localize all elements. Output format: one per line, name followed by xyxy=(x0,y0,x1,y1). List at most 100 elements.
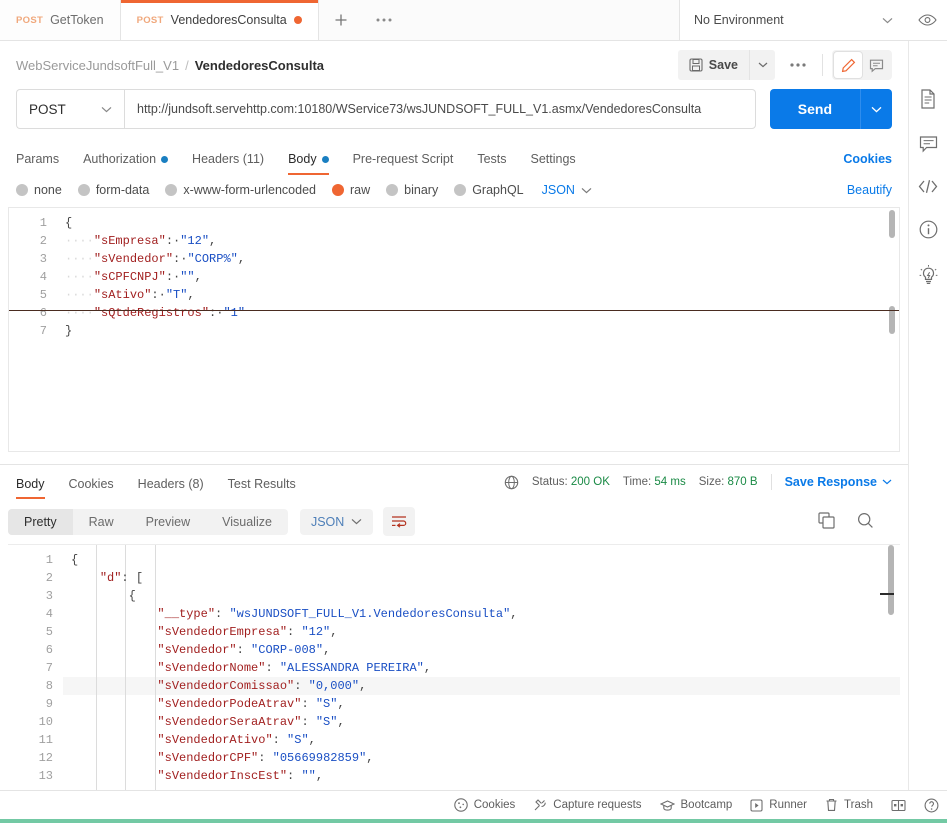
code-line[interactable]: "sVendedor": "CORP-008", xyxy=(71,641,884,659)
code-line[interactable]: "sVendedorCPF": "05669982859", xyxy=(71,749,884,767)
response-view-preview[interactable]: Preview xyxy=(130,509,206,535)
tab-headers[interactable]: Headers (11) xyxy=(192,152,276,175)
edit-mode-button[interactable] xyxy=(834,52,862,78)
tab-options-button[interactable] xyxy=(362,0,405,40)
right-sidebar xyxy=(909,41,947,790)
raw-format-selector[interactable]: JSON xyxy=(542,183,592,197)
request-more-actions-button[interactable] xyxy=(783,50,813,80)
send-options-button[interactable] xyxy=(860,89,892,129)
code-icon[interactable] xyxy=(918,179,938,194)
response-tab-headers[interactable]: Headers (8) xyxy=(138,477,216,499)
save-options-button[interactable] xyxy=(749,50,775,80)
body-type-binary[interactable]: binary xyxy=(386,183,438,197)
search-response-button[interactable] xyxy=(857,512,874,532)
tab-settings[interactable]: Settings xyxy=(531,152,588,175)
save-response-label: Save Response xyxy=(784,475,877,489)
breadcrumb-request-name[interactable]: VendedoresConsulta xyxy=(195,58,324,73)
request-tab-vendedoresconsulta[interactable]: POST VendedoresConsulta xyxy=(120,0,319,40)
code-line[interactable]: "sVendedorEmpresa": "12", xyxy=(71,623,884,641)
http-method-label: POST xyxy=(29,101,66,117)
code-line[interactable]: { xyxy=(71,587,884,605)
code-line[interactable]: "__type": "wsJUNDSOFT_FULL_V1.Vendedores… xyxy=(71,605,884,623)
info-icon[interactable] xyxy=(919,220,938,239)
body-type-raw[interactable]: raw xyxy=(332,183,370,197)
word-wrap-button[interactable] xyxy=(383,507,416,536)
chevron-down-icon xyxy=(101,106,112,112)
beautify-button[interactable]: Beautify xyxy=(847,183,892,197)
code-line[interactable]: ····"sQtdeRegistros":·"1" xyxy=(65,304,883,322)
status-layout-button[interactable] xyxy=(891,799,906,812)
response-view-raw[interactable]: Raw xyxy=(73,509,130,535)
tab-title: VendedoresConsulta xyxy=(170,13,287,27)
code-line[interactable]: { xyxy=(65,214,883,232)
code-line[interactable]: ····"sCPFCNPJ":·"", xyxy=(65,268,883,286)
code-line[interactable]: "d": [ xyxy=(71,569,884,587)
status-cookies-button[interactable]: Cookies xyxy=(453,798,515,812)
environment-selector[interactable]: No Environment xyxy=(679,0,907,40)
new-tab-button[interactable] xyxy=(318,0,363,40)
response-tab-body[interactable]: Body xyxy=(16,477,57,499)
body-type-urlencoded[interactable]: x-www-form-urlencoded xyxy=(165,183,316,197)
comment-icon[interactable] xyxy=(919,135,938,153)
url-input[interactable]: http://jundsoft.servehttp.com:10180/WSer… xyxy=(124,89,756,129)
save-button[interactable]: Save xyxy=(677,50,749,80)
body-type-form-data[interactable]: form-data xyxy=(77,183,149,197)
response-content[interactable]: { "d": [ { "__type": "wsJUNDSOFT_FULL_V1… xyxy=(63,545,884,790)
configured-dot xyxy=(321,155,329,163)
tab-label: Cookies xyxy=(68,477,114,491)
status-help-button[interactable] xyxy=(924,798,939,813)
body-type-none[interactable]: none xyxy=(16,183,62,197)
status-bootcamp-button[interactable]: Bootcamp xyxy=(659,799,732,812)
code-line[interactable]: "sVendedorInscEst": "", xyxy=(71,767,884,785)
response-scrollbar[interactable] xyxy=(888,545,894,615)
tab-label: Headers (11) xyxy=(192,152,265,166)
response-tab-test-results[interactable]: Test Results xyxy=(228,477,308,499)
code-line[interactable]: "sVendedorComissao": "0,000", xyxy=(71,677,884,695)
request-editor-scrollbar[interactable] xyxy=(889,210,895,238)
status-runner-button[interactable]: Runner xyxy=(750,798,807,812)
tab-params[interactable]: Params xyxy=(16,152,71,175)
code-line[interactable]: "sVendedorPodeAtrav": "S", xyxy=(71,695,884,713)
request-tab-gettoken[interactable]: POST GetToken xyxy=(0,0,121,40)
send-button[interactable]: Send xyxy=(769,89,860,129)
response-tab-cookies[interactable]: Cookies xyxy=(69,477,126,499)
copy-to-clipboard-button[interactable] xyxy=(818,511,835,532)
time-text: Time: 54 ms xyxy=(623,476,686,488)
save-response-button[interactable]: Save Response xyxy=(785,475,892,489)
lightbulb-icon[interactable] xyxy=(919,265,938,285)
tab-authorization[interactable]: Authorization xyxy=(83,152,180,175)
code-line[interactable]: "sVendedorNome": "ALESSANDRA PEREIRA", xyxy=(71,659,884,677)
http-method-selector[interactable]: POST xyxy=(16,89,124,129)
code-line[interactable]: { xyxy=(71,551,884,569)
comment-mode-button[interactable] xyxy=(862,52,890,78)
breadcrumb-collection[interactable]: WebServiceJundsoftFull_V1 xyxy=(16,58,179,73)
copy-icon xyxy=(818,511,835,529)
code-line[interactable]: "sVendedorAtivo": "S", xyxy=(71,731,884,749)
code-line[interactable]: } xyxy=(65,322,883,340)
line-number: 5 xyxy=(39,288,47,302)
body-type-graphql[interactable]: GraphQL xyxy=(454,183,524,197)
environment-quick-look-button[interactable] xyxy=(907,0,947,40)
response-view-pretty[interactable]: Pretty xyxy=(8,508,73,535)
time-value: 54 ms xyxy=(654,476,686,488)
pencil-icon xyxy=(841,58,855,72)
code-line[interactable]: ····"sEmpresa":·"12", xyxy=(65,232,883,250)
request-editor-content[interactable]: {····"sEmpresa":·"12", ····"sVendedor":·"… xyxy=(57,208,883,451)
tab-tests[interactable]: Tests xyxy=(477,152,518,175)
cookies-link[interactable]: Cookies xyxy=(843,152,892,166)
trash-icon xyxy=(826,798,837,811)
code-line[interactable]: ····"sVendedor":·"CORP%", xyxy=(65,250,883,268)
tab-body[interactable]: Body xyxy=(288,152,341,175)
status-capture-requests-button[interactable]: Capture requests xyxy=(533,798,642,812)
document-icon[interactable] xyxy=(919,89,937,109)
tab-pre-request-script[interactable]: Pre-request Script xyxy=(353,152,466,175)
response-format-selector[interactable]: JSON xyxy=(299,508,374,535)
response-view-visualize[interactable]: Visualize xyxy=(206,509,288,535)
request-body-editor[interactable]: 1 2 3 4 5 6 7 {····"sEmpresa":·"12", ····"sVend… xyxy=(8,207,900,452)
response-body-viewer[interactable]: 1 2 3 4 5 6 7 8 9 10 11 12 13 { "d": [ { "__type": "… xyxy=(8,544,900,790)
editor-resize-handle[interactable] xyxy=(9,310,899,311)
line-number: 4 xyxy=(39,270,47,284)
status-trash-button[interactable]: Trash xyxy=(825,798,873,812)
code-line[interactable]: ····"sAtivo":·"T", xyxy=(65,286,883,304)
code-line[interactable]: "sVendedorSeraAtrav": "S", xyxy=(71,713,884,731)
